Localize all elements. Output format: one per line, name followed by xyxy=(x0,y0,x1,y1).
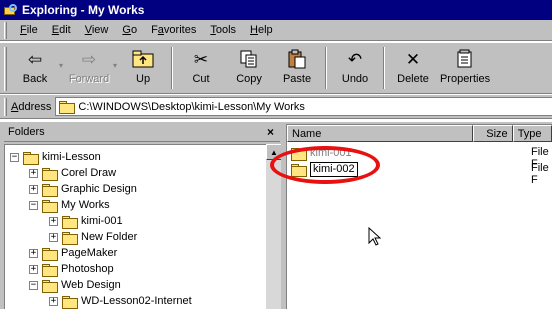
folder-icon xyxy=(23,151,39,165)
expand-icon[interactable]: + xyxy=(29,168,38,178)
tree-item-wd-lesson02[interactable]: + WD-Lesson02-Internet xyxy=(49,293,192,309)
expand-icon[interactable]: + xyxy=(49,232,58,242)
folders-header: Folders × xyxy=(4,122,280,142)
explorer-icon xyxy=(4,4,18,16)
highlight-ellipse xyxy=(270,146,380,184)
expand-icon[interactable]: + xyxy=(29,184,38,194)
tree-item-new-folder[interactable]: + New Folder xyxy=(49,229,137,245)
paste-button[interactable]: Paste xyxy=(273,47,321,91)
folders-pane: Folders × − kimi-Lesson + Corel Draw + G… xyxy=(4,122,282,309)
tree-item-my-works[interactable]: − My Works xyxy=(29,197,110,213)
menu-file[interactable]: File xyxy=(13,24,45,36)
collapse-icon[interactable]: − xyxy=(29,280,38,290)
undo-icon: ↶ xyxy=(347,49,363,69)
up-folder-icon xyxy=(129,47,157,71)
address-path: C:\WINDOWS\Desktop\kimi-Lesson\My Works xyxy=(78,100,305,113)
tree-item-pagemaker[interactable]: + PageMaker xyxy=(29,245,117,261)
folders-title: Folders xyxy=(8,125,45,138)
clipboard-icon xyxy=(283,47,311,71)
toolbar-grip xyxy=(4,47,7,91)
title-bar[interactable]: Exploring - My Works xyxy=(0,0,552,20)
column-type[interactable]: Type xyxy=(512,125,552,142)
tree-item-kimi-001[interactable]: + kimi-001 xyxy=(49,213,123,229)
toolbar-separator xyxy=(383,47,386,89)
menu-grip xyxy=(4,21,7,39)
menu-help[interactable]: Help xyxy=(243,24,280,36)
mouse-cursor-icon xyxy=(368,227,382,246)
undo-button[interactable]: ↶ Undo xyxy=(331,47,379,91)
column-name[interactable]: Name xyxy=(287,125,474,142)
collapse-icon[interactable]: − xyxy=(29,200,38,210)
copy-button[interactable]: Copy xyxy=(225,47,273,91)
delete-x-icon: ✕ xyxy=(405,49,421,69)
pane-splitter[interactable] xyxy=(281,122,285,309)
expand-icon[interactable]: + xyxy=(29,264,38,274)
address-bar: Address C:\WINDOWS\Desktop\kimi-Lesson\M… xyxy=(0,95,552,119)
address-label: Address xyxy=(11,100,52,113)
menu-tools[interactable]: Tools xyxy=(203,24,243,36)
scissors-icon: ✂ xyxy=(193,49,209,69)
up-button[interactable]: Up xyxy=(119,47,167,91)
forward-arrow-icon: ⇨ xyxy=(81,49,97,69)
tree-item-corel-draw[interactable]: + Corel Draw xyxy=(29,165,116,181)
column-header: Name Size Type xyxy=(287,125,552,142)
menu-go[interactable]: Go xyxy=(115,24,144,36)
folder-tree: − kimi-Lesson + Corel Draw + Graphic Des… xyxy=(4,144,266,309)
collapse-icon[interactable]: − xyxy=(10,152,19,162)
open-folder-icon xyxy=(42,199,58,213)
tree-item-web-design[interactable]: − Web Design xyxy=(29,277,121,293)
expand-icon[interactable]: + xyxy=(49,296,58,306)
folder-icon xyxy=(42,183,58,197)
toolbar: ⇦ Back ▾ ⇨ Forward ▾ Up ✂ Cut Copy Paste… xyxy=(0,42,552,94)
folder-icon xyxy=(42,167,58,181)
toolbar-separator xyxy=(171,47,174,89)
properties-button[interactable]: Properties xyxy=(437,47,493,91)
menu-view[interactable]: View xyxy=(78,24,116,36)
menu-favorites[interactable]: Favorites xyxy=(144,24,203,36)
back-button[interactable]: ⇦ Back xyxy=(11,47,59,91)
folder-icon xyxy=(62,231,78,245)
toolbar-separator xyxy=(325,47,328,89)
copy-icon xyxy=(235,47,263,71)
menu-bar: File Edit View Go Favorites Tools Help xyxy=(0,20,552,41)
file-type: File F xyxy=(531,162,549,186)
delete-button[interactable]: ✕ Delete xyxy=(389,47,437,91)
folder-icon xyxy=(42,263,58,277)
folder-icon xyxy=(62,215,78,229)
folder-icon xyxy=(42,279,58,293)
panes: Folders × − kimi-Lesson + Corel Draw + G… xyxy=(0,122,552,309)
tree-item-graphic-design[interactable]: + Graphic Design xyxy=(29,181,137,197)
folder-icon xyxy=(42,247,58,261)
address-input[interactable]: C:\WINDOWS\Desktop\kimi-Lesson\My Works xyxy=(55,97,552,116)
address-grip xyxy=(4,97,7,116)
tree-item-kimi-lesson[interactable]: − kimi-Lesson xyxy=(10,149,101,165)
close-icon[interactable]: × xyxy=(267,125,274,139)
expand-icon[interactable]: + xyxy=(29,248,38,258)
back-dropdown-icon[interactable]: ▾ xyxy=(59,61,63,70)
menu-edit[interactable]: Edit xyxy=(45,24,78,36)
column-size[interactable]: Size xyxy=(473,125,513,142)
forward-dropdown-icon[interactable]: ▾ xyxy=(113,61,117,70)
folder-icon xyxy=(59,101,76,114)
expand-icon[interactable]: + xyxy=(49,216,58,226)
window-title: Exploring - My Works xyxy=(22,3,145,17)
properties-icon xyxy=(451,47,479,71)
tree-item-photoshop[interactable]: + Photoshop xyxy=(29,261,114,277)
folder-icon xyxy=(62,295,78,309)
forward-button[interactable]: ⇨ Forward xyxy=(65,47,113,91)
back-arrow-icon: ⇦ xyxy=(27,49,43,69)
cut-button[interactable]: ✂ Cut xyxy=(177,47,225,91)
